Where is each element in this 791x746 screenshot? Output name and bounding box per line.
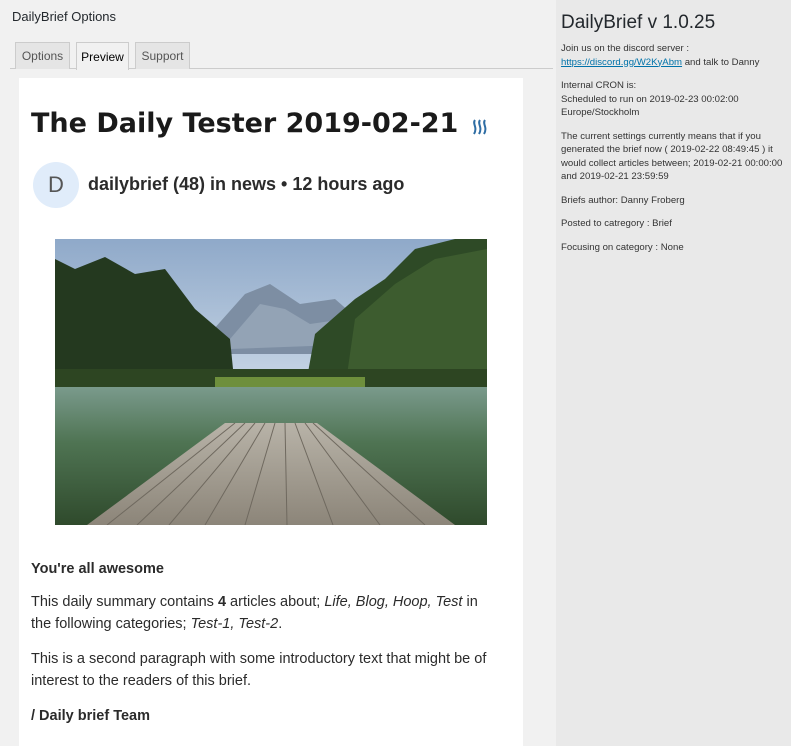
discord-link[interactable]: https://discord.gg/W2KyAbm: [561, 57, 682, 68]
summary-end: .: [278, 616, 283, 632]
post-image: [55, 239, 487, 525]
summary-cat-prefix: the following categories;: [31, 616, 191, 632]
categories: Test-1, Test-2: [190, 616, 279, 632]
paragraph-2: This is a second paragraph with some int…: [31, 651, 487, 689]
sidebar-title: DailyBrief v 1.0.25: [561, 12, 716, 33]
post-title: The Daily Tester 2019-02-21: [31, 108, 459, 139]
sidebar: DailyBrief v 1.0.25 Join us on the disco…: [556, 0, 791, 746]
settings-note: The current settings currently means tha…: [561, 130, 783, 183]
focus-category: Focusing on category : None: [561, 241, 684, 253]
cron-schedule: Scheduled to run on 2019-02-23 00:02:00: [561, 93, 739, 105]
tab-support[interactable]: Support: [135, 42, 190, 69]
section-heading: You're all awesome: [31, 561, 164, 577]
post-body: You're all awesome This daily summary co…: [31, 558, 513, 727]
sidebar-content: Join us on the discord server : https://…: [561, 42, 789, 264]
author-line: dailybrief (48) in news • 12 hours ago: [88, 174, 405, 194]
discord-text: Join us on the discord server :: [561, 43, 689, 54]
tab-preview[interactable]: Preview: [76, 42, 129, 70]
tab-options[interactable]: Options: [15, 42, 70, 69]
posted-category: Posted to catregory : Brief: [561, 218, 672, 229]
summary-prefix: This daily summary contains: [31, 594, 218, 610]
tab-bar: Options Preview Support: [10, 42, 553, 70]
topics: Life, Blog, Hoop, Test: [324, 594, 463, 610]
signoff: / Daily brief Team: [31, 708, 150, 724]
discord-block: Join us on the discord server : https://…: [561, 42, 789, 69]
avatar: D: [33, 162, 79, 208]
summary-in: in: [462, 594, 478, 610]
cron-timezone: Europe/Stockholm: [561, 107, 640, 118]
cron-label: Internal CRON is:: [561, 80, 637, 91]
steem-logo-icon: [473, 119, 487, 135]
preview-panel: The Daily Tester 2019-02-21 D dailybrief…: [19, 78, 523, 746]
briefs-author: Briefs author: Danny Froberg: [561, 194, 685, 206]
discord-suffix: and talk to Danny: [682, 56, 760, 68]
summary-paragraph: This daily summary contains 4 articles a…: [31, 591, 513, 635]
cron-block: Internal CRON is: Scheduled to run on 20…: [561, 79, 789, 120]
page-title: DailyBrief Options: [12, 9, 117, 24]
summary-mid: articles about;: [226, 594, 325, 610]
article-count: 4: [217, 594, 227, 610]
